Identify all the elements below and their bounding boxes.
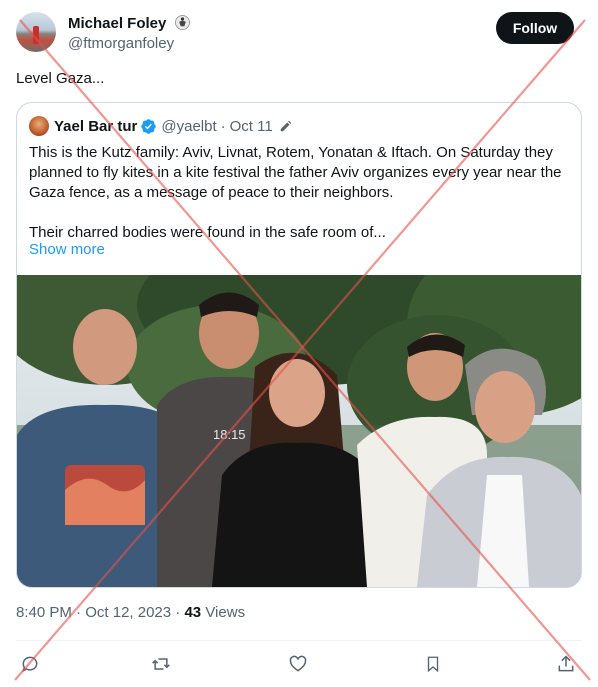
like-icon: [289, 655, 307, 672]
quoted-tweet-date[interactable]: Oct 11: [230, 118, 273, 135]
show-more-link[interactable]: Show more: [29, 241, 105, 258]
tweet-header: Michael Foley @ftmorganfoley Follow: [16, 12, 574, 56]
quoted-paragraph-1: This is the Kutz family: Aviv, Livnat, R…: [29, 144, 562, 201]
family-photo-illustration: 18:15: [17, 275, 581, 587]
retweet-icon: [152, 658, 170, 670]
divider: [16, 640, 582, 641]
like-button[interactable]: [286, 652, 310, 676]
reply-button[interactable]: [18, 652, 42, 676]
retweet-button[interactable]: [149, 652, 173, 676]
tweet-time[interactable]: 8:40 PM: [16, 604, 72, 621]
views-label: Views: [205, 604, 246, 621]
quoted-author-name[interactable]: Yael Bar tur: [54, 118, 137, 135]
edit-icon: [280, 120, 291, 132]
quoted-paragraph-2: Their charred bodies were found in the s…: [29, 224, 386, 241]
share-icon: [558, 655, 574, 672]
tweet-meta: 8:40 PM · Oct 12, 2023 · 43 Views: [16, 604, 245, 621]
quoted-author-avatar[interactable]: [29, 116, 49, 136]
tweet-text: Level Gaza...: [16, 70, 105, 87]
author-handle[interactable]: @ftmorganfoley: [68, 35, 174, 52]
meta-separator: ·: [76, 604, 86, 621]
martial-arts-icon: [174, 15, 190, 30]
quoted-tweet[interactable]: Yael Bar tur @yaelbt · Oct 11 This is th…: [16, 102, 582, 588]
reply-icon: [22, 656, 38, 673]
separator-dot: ·: [220, 117, 226, 135]
verified-icon: [141, 118, 157, 134]
quoted-author-handle[interactable]: @yaelbt: [161, 118, 216, 135]
family-photo[interactable]: 18:15: [17, 275, 581, 587]
bookmark-icon: [427, 656, 439, 673]
quoted-tweet-text: This is the Kutz family: Aviv, Livnat, R…: [29, 143, 569, 243]
follow-button[interactable]: Follow: [496, 12, 574, 44]
action-bar: [16, 652, 582, 676]
author-name[interactable]: Michael Foley: [68, 15, 166, 32]
bookmark-button[interactable]: [421, 652, 445, 676]
share-button[interactable]: [554, 652, 578, 676]
views-count: 43: [184, 604, 202, 621]
author-avatar[interactable]: [16, 12, 56, 52]
shirt-print-text: 18:15: [213, 427, 246, 442]
author-name-row[interactable]: Michael Foley: [68, 15, 190, 32]
tweet-date[interactable]: Oct 12, 2023: [85, 604, 171, 621]
quoted-tweet-header: Yael Bar tur @yaelbt · Oct 11: [29, 115, 293, 137]
